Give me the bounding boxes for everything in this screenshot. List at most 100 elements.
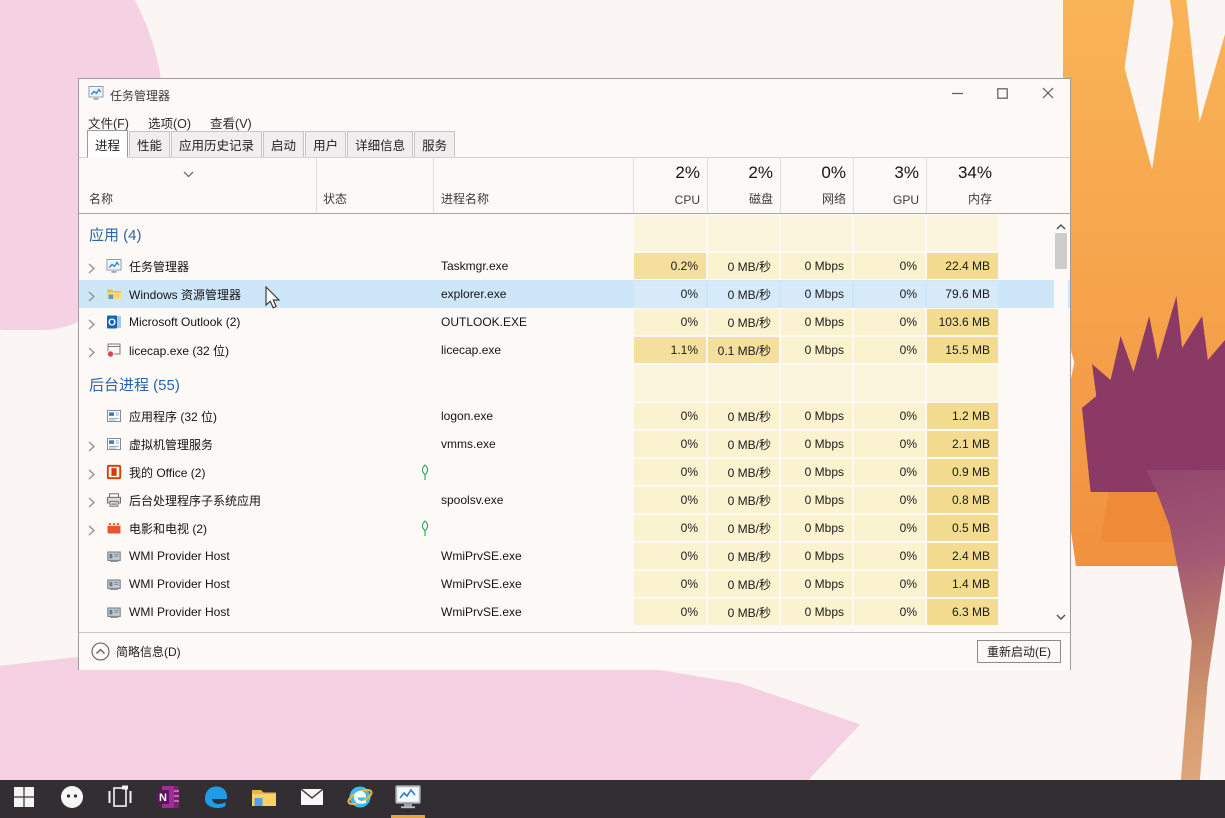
expand-chevron-icon[interactable] (88, 495, 95, 513)
process-exe-label: OUTLOOK.EXE (441, 308, 527, 336)
column-header-network[interactable]: 0%网络 (780, 158, 854, 213)
column-header-cpu[interactable]: 2%CPU (633, 158, 708, 213)
tab-3[interactable]: 启动 (263, 131, 304, 157)
expand-chevron-icon[interactable] (88, 439, 95, 457)
mail-icon (299, 784, 325, 815)
summary-info-label[interactable]: 简略信息(D) (116, 633, 181, 670)
expand-details-button[interactable] (91, 642, 110, 666)
wmi-icon (106, 576, 122, 592)
column-header-process-name[interactable]: 进程名称 (433, 158, 634, 213)
process-exe-label: licecap.exe (441, 336, 501, 364)
column-header-gpu[interactable]: 3%GPU (853, 158, 927, 213)
process-exe-label: WmiPrvSE.exe (441, 598, 522, 626)
tab-2[interactable]: 应用历史记录 (171, 131, 262, 157)
network-cell: 0 Mbps (781, 431, 852, 457)
minimize-button[interactable] (935, 79, 980, 111)
taskbar-edge-button[interactable] (192, 780, 240, 818)
gpu-cell: 0% (854, 309, 925, 335)
disk-cell: 0 MB/秒 (708, 571, 779, 597)
taskbar-start-button[interactable] (0, 780, 48, 818)
disk-cell: 0.1 MB/秒 (708, 337, 779, 363)
process-row[interactable]: OMicrosoft Outlook (2)OUTLOOK.EXE0%0 MB/… (79, 308, 1070, 336)
taskbar-mail-button[interactable] (288, 780, 336, 818)
column-header-disk[interactable]: 2%磁盘 (707, 158, 781, 213)
process-row[interactable]: WMI Provider HostWmiPrvSE.exe0%0 MB/秒0 M… (79, 542, 1070, 570)
expand-chevron-icon[interactable] (88, 289, 95, 307)
memory-cell: 2.1 MB (927, 431, 998, 457)
tab-4[interactable]: 用户 (305, 131, 346, 157)
close-button[interactable] (1025, 79, 1070, 111)
gpu-cell: 0% (854, 403, 925, 429)
group-header-row[interactable]: 后台进程 (55) (79, 364, 1070, 402)
network-total: 0% (821, 163, 846, 183)
suspended-leaf-icon (419, 464, 431, 486)
cortana-icon (59, 784, 85, 815)
disk-cell: 0 MB/秒 (708, 599, 779, 625)
sort-chevron-down-icon (183, 165, 194, 183)
network-cell: 0 Mbps (781, 309, 852, 335)
footer-bar: 简略信息(D) 重新启动(E) (79, 632, 1070, 670)
process-row[interactable]: 虚拟机管理服务vmms.exe0%0 MB/秒0 Mbps0%2.1 MB (79, 430, 1070, 458)
file-explorer-icon (250, 783, 278, 816)
tab-0[interactable]: 进程 (87, 130, 128, 158)
cpu-cell: 0% (634, 515, 706, 541)
taskbar-onenote-button[interactable]: N (144, 780, 192, 818)
column-header-row: 名称 状态 进程名称 2%CPU2%磁盘0%网络3%GPU34%内存 (79, 158, 1070, 214)
window-controls (935, 79, 1070, 111)
process-row[interactable]: 任务管理器Taskmgr.exe0.2%0 MB/秒0 Mbps0%22.4 M… (79, 252, 1070, 280)
svg-text:O: O (108, 318, 116, 329)
expand-chevron-icon[interactable] (88, 523, 95, 541)
tab-1[interactable]: 性能 (129, 131, 170, 157)
expand-chevron-icon[interactable] (88, 317, 95, 335)
maximize-button[interactable] (980, 79, 1025, 111)
process-name-label: Microsoft Outlook (2) (129, 308, 240, 336)
title-bar[interactable]: 任务管理器 (79, 79, 1070, 111)
menu-item-2[interactable]: 查看(V) (210, 113, 252, 132)
restart-button[interactable]: 重新启动(E) (977, 640, 1061, 663)
process-row[interactable]: licecap.exe (32 位)licecap.exe1.1%0.1 MB/… (79, 336, 1070, 364)
memory-total: 34% (958, 163, 992, 183)
process-table-body: 应用 (4)任务管理器Taskmgr.exe0.2%0 MB/秒0 Mbps0%… (79, 214, 1070, 632)
group-header-row[interactable]: 应用 (4) (79, 214, 1070, 252)
network-cell (781, 215, 852, 251)
process-exe-label: vmms.exe (441, 430, 496, 458)
process-row[interactable]: Windows 资源管理器explorer.exe0%0 MB/秒0 Mbps0… (79, 280, 1070, 308)
process-name-label: 任务管理器 (129, 252, 189, 280)
scrollbar-thumb[interactable] (1055, 233, 1067, 269)
process-row[interactable]: 应用程序 (32 位)logon.exe0%0 MB/秒0 Mbps0%1.2 … (79, 402, 1070, 430)
gpu-cell: 0% (854, 253, 925, 279)
maximize-icon (997, 86, 1008, 104)
tab-5[interactable]: 详细信息 (347, 131, 413, 157)
tab-6[interactable]: 服务 (414, 131, 455, 157)
process-row[interactable]: 电影和电视 (2)0%0 MB/秒0 Mbps0%0.5 MB (79, 514, 1070, 542)
taskbar-task-manager-button[interactable] (384, 780, 432, 818)
taskbar-file-explorer-button[interactable] (240, 780, 288, 818)
disk-cell: 0 MB/秒 (708, 253, 779, 279)
network-cell: 0 Mbps (781, 281, 852, 307)
process-row[interactable]: WMI Provider HostWmiPrvSE.exe0%0 MB/秒0 M… (79, 570, 1070, 598)
process-row[interactable]: 我的 Office (2)0%0 MB/秒0 Mbps0%0.9 MB (79, 458, 1070, 486)
cpu-cell: 1.1% (634, 337, 706, 363)
task-manager-app-icon (88, 85, 104, 106)
scrollbar-down-icon[interactable] (1056, 608, 1066, 626)
expand-chevron-icon[interactable] (88, 345, 95, 363)
taskbar-cortana-button[interactable] (48, 780, 96, 818)
taskbar-task-view-button[interactable] (96, 780, 144, 818)
memory-cell: 6.3 MB (927, 599, 998, 625)
process-row[interactable]: WMI Provider HostWmiPrvSE.exe0%0 MB/秒0 M… (79, 598, 1070, 626)
gpu-cell: 0% (854, 337, 925, 363)
menu-item-1[interactable]: 选项(O) (148, 113, 191, 132)
office-icon (106, 464, 122, 480)
column-header-name[interactable]: 名称 (79, 158, 316, 213)
column-header-memory[interactable]: 34%内存 (926, 158, 1000, 213)
expand-chevron-icon[interactable] (88, 261, 95, 279)
process-row[interactable]: 后台处理程序子系统应用spoolsv.exe0%0 MB/秒0 Mbps0%0.… (79, 486, 1070, 514)
vertical-scrollbar[interactable] (1054, 215, 1068, 629)
menu-item-0[interactable]: 文件(F) (88, 113, 129, 132)
gpu-cell: 0% (854, 459, 925, 485)
process-exe-label: WmiPrvSE.exe (441, 542, 522, 570)
taskbar-internet-explorer-button[interactable] (336, 780, 384, 818)
network-cell: 0 Mbps (781, 459, 852, 485)
column-header-status[interactable]: 状态 (316, 158, 434, 213)
expand-chevron-icon[interactable] (88, 467, 95, 485)
